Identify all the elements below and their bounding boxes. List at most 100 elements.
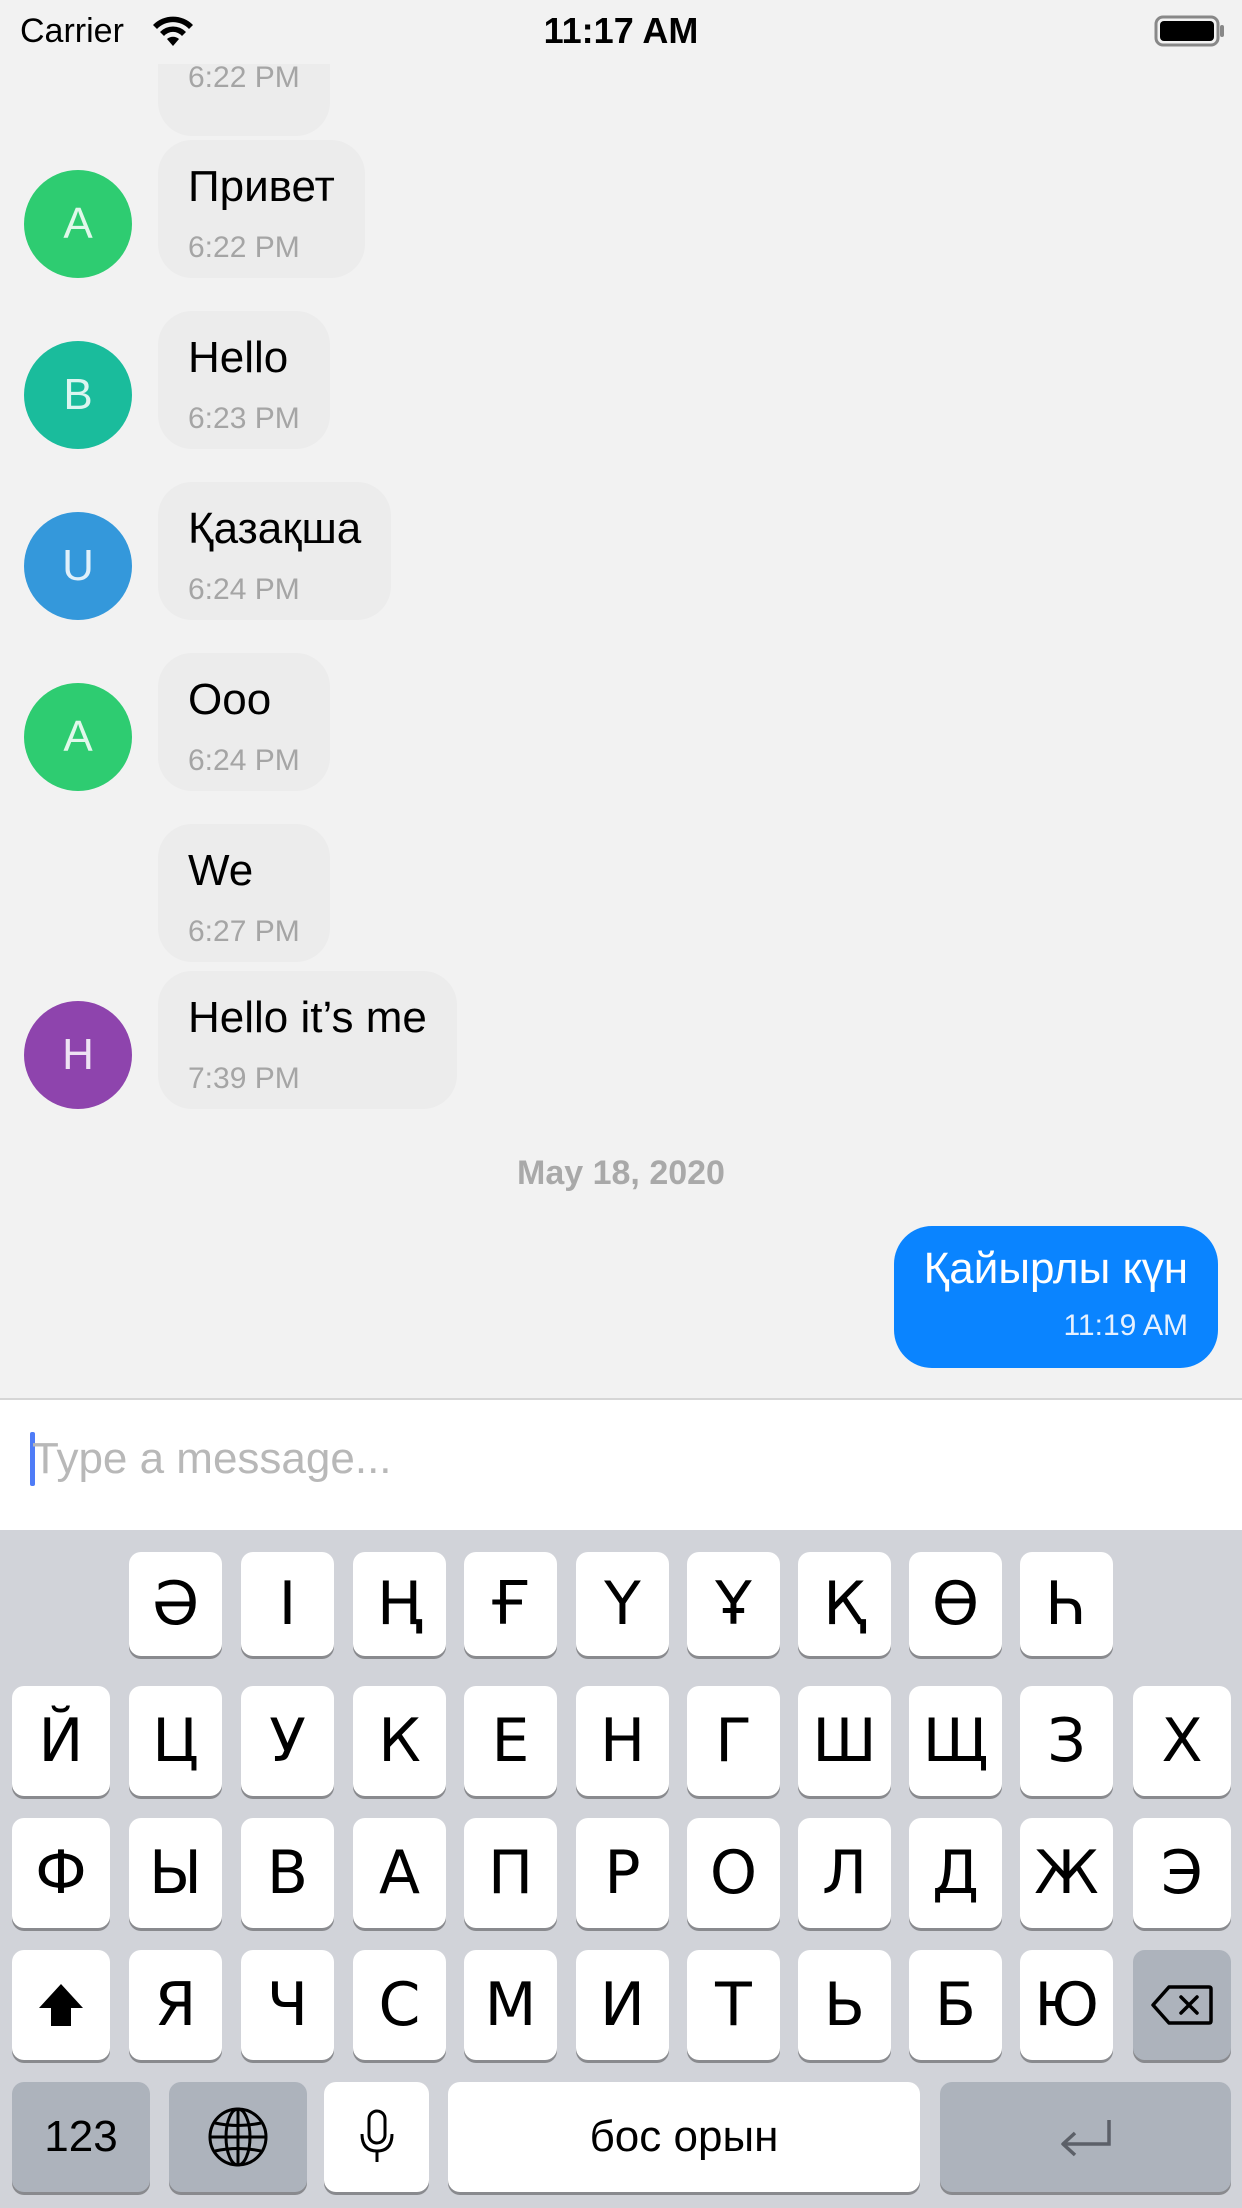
outgoing-message-bubble[interactable]: Қайырлы күн 11:19 AM xyxy=(893,1226,1218,1368)
key-label: Ү xyxy=(604,1569,641,1639)
key[interactable]: П xyxy=(464,1818,557,1928)
key-label: Г xyxy=(715,1706,752,1776)
key[interactable]: Э xyxy=(1133,1818,1231,1928)
key[interactable]: Ң xyxy=(353,1552,446,1656)
message-bubble[interactable]: Hello 6:23 PM xyxy=(158,311,330,449)
key[interactable]: Ұ xyxy=(687,1552,780,1656)
message-list[interactable]: 6:22 PM A Привет 6:22 PM B Hello 6:23 PM… xyxy=(0,64,1242,1398)
key-label: Й xyxy=(38,1706,84,1776)
key-label: А xyxy=(378,1838,421,1908)
key[interactable]: Х xyxy=(1133,1686,1231,1796)
message-input[interactable] xyxy=(32,1424,1212,1494)
avatar[interactable]: U xyxy=(24,512,132,620)
key[interactable]: Ы xyxy=(129,1818,222,1928)
key[interactable]: Г xyxy=(687,1686,780,1796)
key-label: Һ xyxy=(1045,1569,1088,1639)
key-label: Е xyxy=(491,1706,530,1776)
key-label: К xyxy=(378,1706,421,1776)
message-time: 6:22 PM xyxy=(188,231,300,264)
message-text: Қайырлы күн xyxy=(923,1244,1188,1293)
key[interactable]: Ю xyxy=(1020,1950,1113,2060)
key[interactable]: У xyxy=(241,1686,334,1796)
dictation-key[interactable] xyxy=(324,2082,429,2192)
key[interactable]: С xyxy=(353,1950,446,2060)
key[interactable]: Б xyxy=(909,1950,1002,2060)
avatar-initial: B xyxy=(63,370,93,419)
key-label: Ф xyxy=(35,1838,87,1908)
globe-key[interactable] xyxy=(169,2082,307,2192)
key-label: Ә xyxy=(151,1569,200,1639)
key-label: Р xyxy=(604,1838,641,1908)
key[interactable]: Ж xyxy=(1020,1818,1113,1928)
key-label: Ң xyxy=(376,1569,423,1639)
key-label: Ж xyxy=(1034,1838,1099,1908)
message-text: Ооо xyxy=(188,675,272,724)
avatar[interactable]: A xyxy=(24,170,132,278)
key[interactable]: Щ xyxy=(909,1686,1002,1796)
key-label: Қ xyxy=(823,1569,866,1639)
key-label: Щ xyxy=(922,1706,989,1776)
keyboard: Ә І Ң Ғ Ү Ұ Қ Ө Һ Й Ц У К Е Н Г Ш Щ З Х … xyxy=(0,1530,1242,2208)
key[interactable]: Ц xyxy=(129,1686,222,1796)
key[interactable]: Һ xyxy=(1020,1552,1113,1656)
key[interactable]: Я xyxy=(129,1950,222,2060)
key-label: И xyxy=(600,1970,645,2040)
key-label: 123 xyxy=(44,2112,118,2161)
message-bubble[interactable]: Hello it’s me 7:39 PM xyxy=(158,971,457,1109)
key[interactable]: Л xyxy=(798,1818,891,1928)
key-label: Ь xyxy=(823,1970,866,2040)
key[interactable]: Ә xyxy=(129,1552,222,1656)
key[interactable]: Ғ xyxy=(464,1552,557,1656)
key[interactable]: Н xyxy=(576,1686,669,1796)
key[interactable]: Й xyxy=(12,1686,110,1796)
message-time: 6:23 PM xyxy=(188,402,300,435)
key[interactable]: Д xyxy=(909,1818,1002,1928)
message-time: 6:27 PM xyxy=(188,915,300,948)
key[interactable]: З xyxy=(1020,1686,1113,1796)
key-label: О xyxy=(709,1838,758,1908)
key[interactable]: Ө xyxy=(909,1552,1002,1656)
message-bubble[interactable]: Ооо 6:24 PM xyxy=(158,653,330,791)
key[interactable]: Е xyxy=(464,1686,557,1796)
key-label: М xyxy=(484,1970,537,2040)
avatar[interactable]: A xyxy=(24,683,132,791)
key[interactable]: А xyxy=(353,1818,446,1928)
key-label: Ч xyxy=(266,1970,309,2040)
key-label: Ы xyxy=(149,1838,202,1908)
key-label: Т xyxy=(715,1970,752,2040)
key-label: Б xyxy=(934,1970,977,2040)
key[interactable]: І xyxy=(241,1552,334,1656)
key[interactable]: Ь xyxy=(798,1950,891,2060)
key[interactable]: Т xyxy=(687,1950,780,2060)
key[interactable]: Қ xyxy=(798,1552,891,1656)
date-separator: May 18, 2020 xyxy=(517,1154,725,1192)
key[interactable]: Ч xyxy=(241,1950,334,2060)
message-bubble[interactable]: 6:22 PM xyxy=(158,64,330,136)
key[interactable]: Ү xyxy=(576,1552,669,1656)
key[interactable]: К xyxy=(353,1686,446,1796)
key-label: Э xyxy=(1161,1838,1203,1908)
key[interactable]: И xyxy=(576,1950,669,2060)
key[interactable]: О xyxy=(687,1818,780,1928)
message-time: 6:24 PM xyxy=(188,573,300,606)
key[interactable]: Ш xyxy=(798,1686,891,1796)
key[interactable]: Ф xyxy=(12,1818,110,1928)
key[interactable]: Р xyxy=(576,1818,669,1928)
battery-icon xyxy=(1154,15,1224,47)
avatar[interactable]: B xyxy=(24,341,132,449)
return-key[interactable] xyxy=(940,2082,1231,2192)
avatar[interactable]: H xyxy=(24,1001,132,1109)
message-bubble[interactable]: Привет 6:22 PM xyxy=(158,140,365,278)
message-bubble[interactable]: Қазақша 6:24 PM xyxy=(158,482,392,620)
shift-key[interactable] xyxy=(12,1950,110,2060)
key[interactable]: М xyxy=(464,1950,557,2060)
message-bubble[interactable]: We 6:27 PM xyxy=(158,824,330,962)
space-key[interactable]: бос орын xyxy=(448,2082,920,2192)
avatar-initial: U xyxy=(62,541,94,590)
backspace-key[interactable] xyxy=(1133,1950,1231,2060)
key-label: Ғ xyxy=(490,1569,531,1639)
numbers-key[interactable]: 123 xyxy=(12,2082,150,2192)
key[interactable]: В xyxy=(241,1818,334,1928)
key-label: Ю xyxy=(1034,1970,1099,2040)
avatar-initial: A xyxy=(63,712,93,761)
